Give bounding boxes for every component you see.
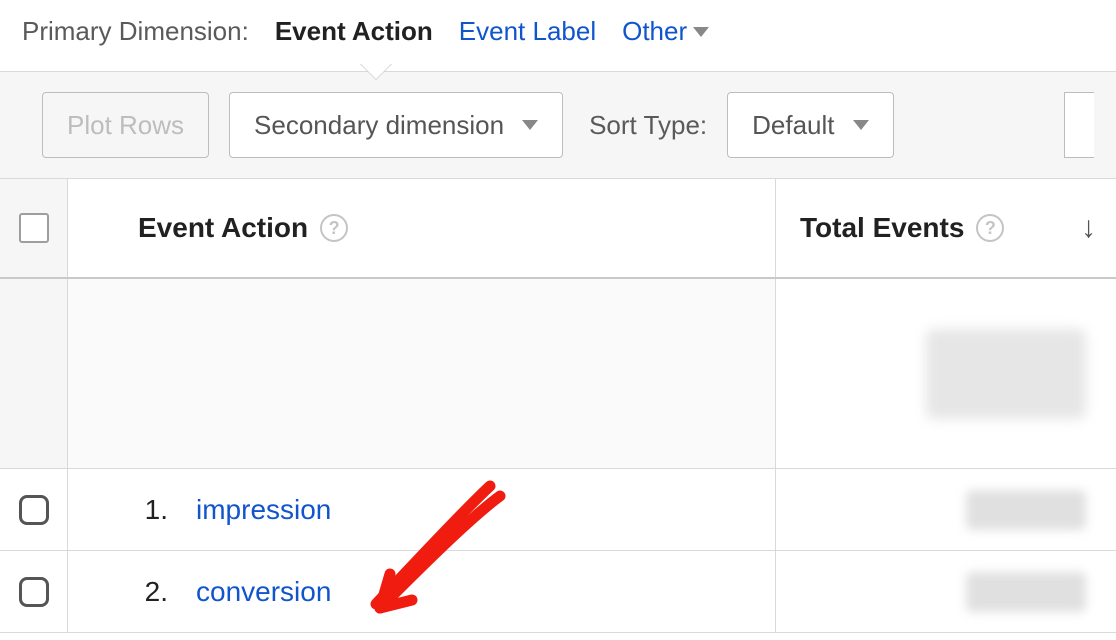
row-index: 1.: [108, 494, 168, 526]
row-checkbox[interactable]: [19, 495, 49, 525]
redacted-total: [926, 329, 1086, 419]
secondary-dimension-dropdown[interactable]: Secondary dimension: [229, 92, 563, 158]
sort-descending-icon: ↓: [1081, 211, 1096, 245]
table-header: Event Action ? Total Events ? ↓: [0, 179, 1116, 279]
table-row: 1. impression: [0, 469, 1116, 551]
column-header-total-events-label: Total Events: [800, 212, 964, 244]
secondary-dimension-label: Secondary dimension: [254, 110, 504, 141]
help-icon[interactable]: ?: [320, 214, 348, 242]
help-icon[interactable]: ?: [976, 214, 1004, 242]
caret-down-icon: [522, 120, 538, 130]
dimension-tab-event-label[interactable]: Event Label: [459, 16, 596, 47]
column-header-total-events[interactable]: Total Events ? ↓: [776, 179, 1116, 277]
redacted-value: [966, 572, 1086, 612]
table-row: 2. conversion: [0, 551, 1116, 633]
primary-dimension-label: Primary Dimension:: [22, 16, 249, 47]
plot-rows-label: Plot Rows: [67, 110, 184, 141]
dimension-tab-other-label: Other: [622, 16, 687, 47]
sort-type-dropdown[interactable]: Default: [727, 92, 893, 158]
sort-type-label: Sort Type:: [589, 110, 707, 141]
dimension-tab-event-action[interactable]: Event Action: [275, 16, 433, 47]
active-tab-pointer-icon: [360, 63, 392, 79]
dimension-tab-other[interactable]: Other: [622, 16, 709, 47]
row-index: 2.: [108, 576, 168, 608]
event-action-link[interactable]: impression: [196, 494, 331, 526]
column-header-event-action-label: Event Action: [138, 212, 308, 244]
search-input[interactable]: [1064, 92, 1094, 158]
column-header-event-action[interactable]: Event Action ?: [68, 179, 776, 277]
redacted-value: [966, 490, 1086, 530]
event-action-link[interactable]: conversion: [196, 576, 331, 608]
plot-rows-button[interactable]: Plot Rows: [42, 92, 209, 158]
select-all-checkbox[interactable]: [19, 213, 49, 243]
caret-down-icon: [853, 120, 869, 130]
row-checkbox[interactable]: [19, 577, 49, 607]
sort-type-value: Default: [752, 110, 834, 141]
report-toolbar: Plot Rows Secondary dimension Sort Type:…: [0, 71, 1116, 179]
primary-dimension-bar: Primary Dimension: Event Action Event La…: [0, 0, 1116, 71]
select-all-cell: [0, 179, 68, 277]
caret-down-icon: [693, 27, 709, 37]
table-summary-row: [0, 279, 1116, 469]
